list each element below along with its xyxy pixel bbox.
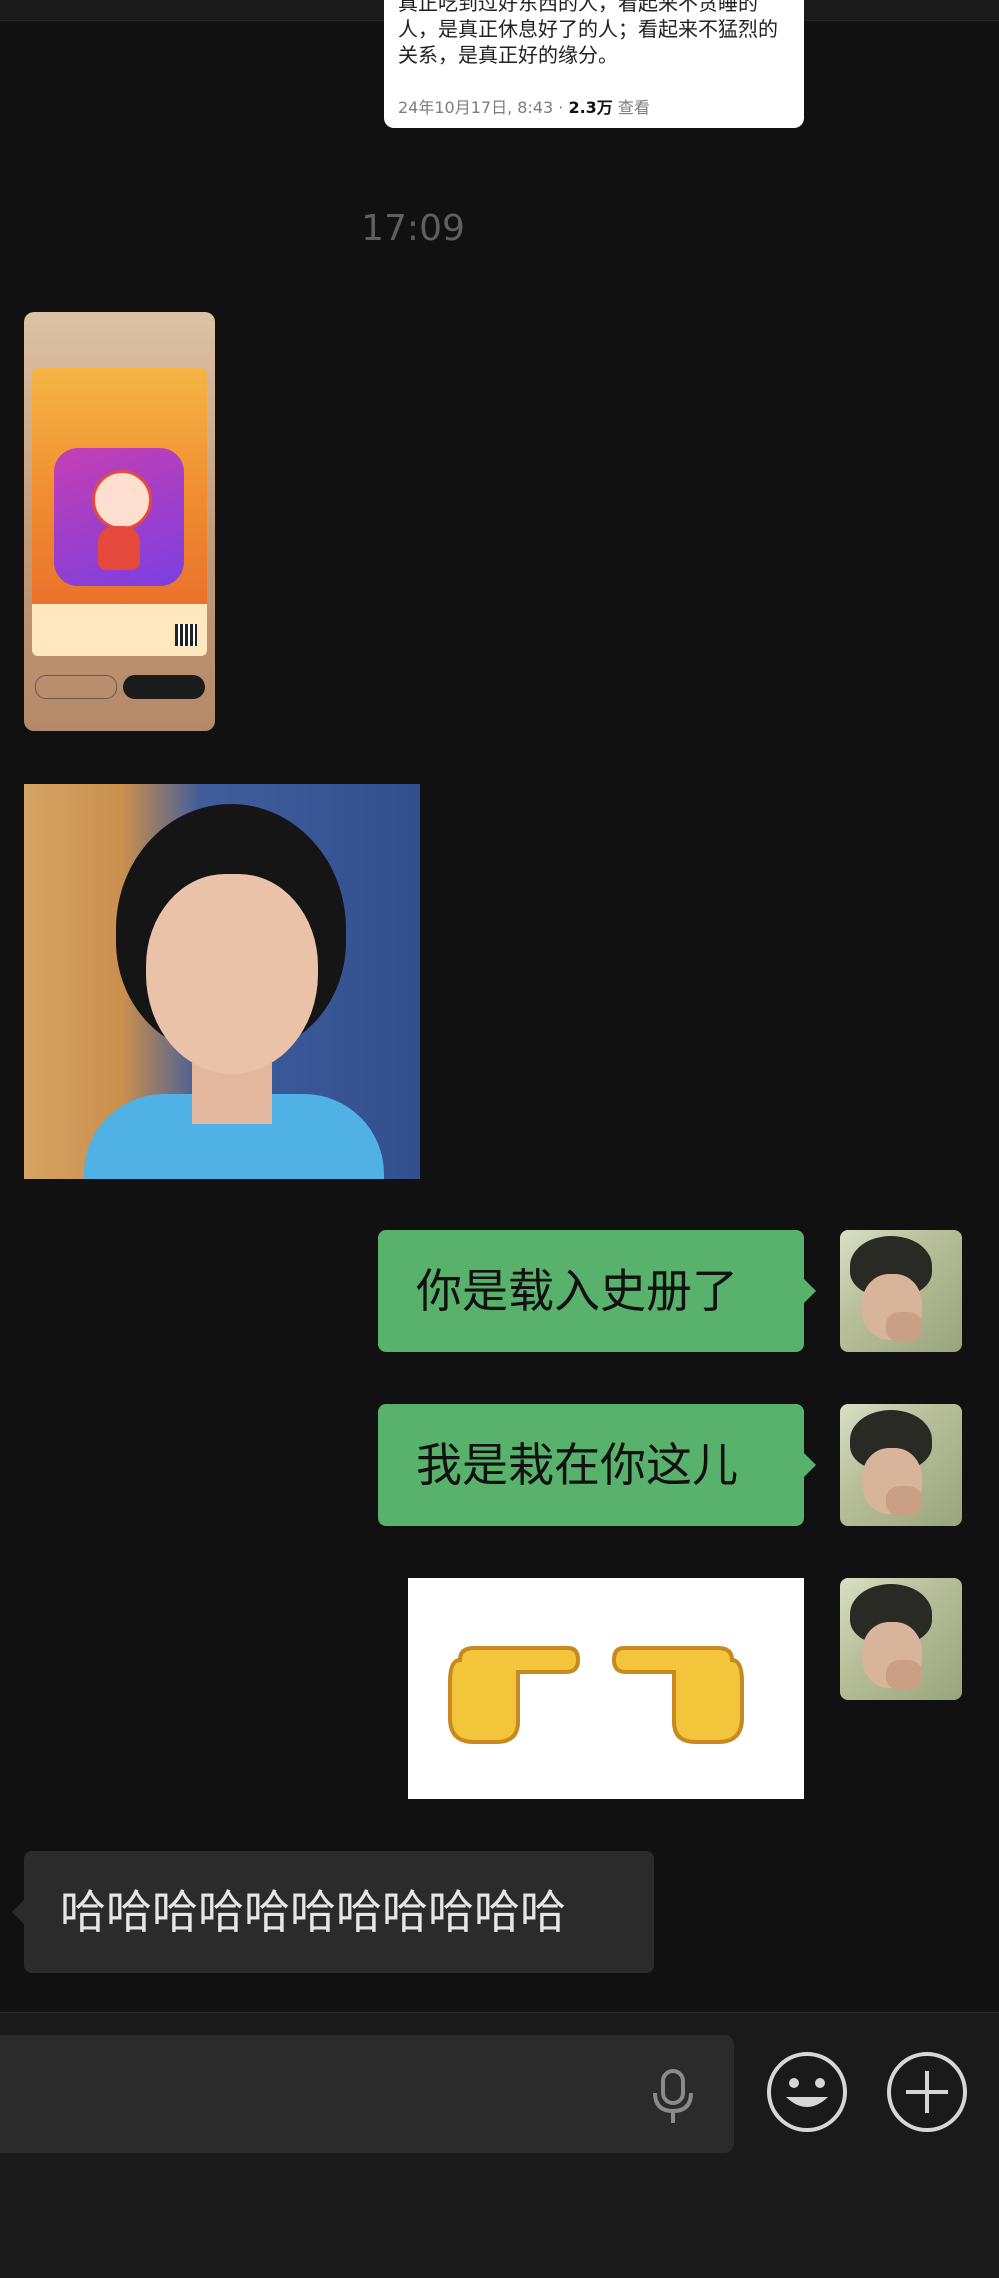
avatar-hand (886, 1660, 922, 1690)
fox-body (98, 526, 140, 570)
pointing-hand-right-icon (612, 1646, 744, 1744)
poster-tile (54, 448, 184, 586)
qr-code-icon (175, 624, 197, 646)
message-bubble-outgoing[interactable]: 你是载入史册了 (378, 1230, 816, 1352)
avatar[interactable] (840, 1404, 962, 1526)
avatar-hand (886, 1312, 922, 1342)
message-input[interactable] (0, 2035, 734, 2153)
input-bar (0, 2012, 999, 2278)
screenshot-button-outline (35, 675, 117, 699)
poster-image (32, 368, 207, 656)
meta-separator: · (553, 98, 569, 117)
sticker-message[interactable] (408, 1578, 804, 1799)
meme-face (146, 874, 318, 1074)
image-message-screenshot[interactable] (24, 312, 215, 731)
avatar[interactable] (840, 1230, 962, 1352)
microphone-icon[interactable] (650, 2069, 696, 2125)
screenshot-button-dark (123, 675, 205, 699)
shared-post-date: 24年10月17日, 8:43 (398, 98, 554, 117)
plus-icon[interactable] (886, 2051, 968, 2133)
pointing-hand-left-icon (448, 1646, 580, 1744)
message-bubble-outgoing[interactable]: 我是栽在你这儿 (378, 1404, 816, 1526)
poster-footer (32, 604, 207, 656)
message-text: 哈哈哈哈哈哈哈哈哈哈哈 (60, 1885, 566, 1939)
shared-post-views: 2.3万 (568, 98, 613, 117)
shared-post-view-link[interactable]: 查看 (618, 98, 650, 117)
avatar[interactable] (840, 1578, 962, 1700)
shared-post-text: 真正吃到过好东西的人，看起来不贪睡的人，是真正休息好了的人；看起来不猛烈的关系，… (398, 0, 778, 67)
avatar-hand (886, 1486, 922, 1516)
time-separator: 17:09 (361, 208, 465, 249)
message-bubble-incoming[interactable]: 哈哈哈哈哈哈哈哈哈哈哈 (12, 1851, 654, 1973)
message-text: 我是栽在你这儿 (416, 1438, 738, 1492)
shared-post-card[interactable]: 真正吃到过好东西的人，看起来不贪睡的人，是真正休息好了的人；看起来不猛烈的关系，… (384, 0, 804, 128)
fox-illustration (92, 470, 152, 530)
message-text: 你是载入史册了 (416, 1264, 738, 1318)
shared-post-meta: 24年10月17日, 8:43 · 2.3万 查看 (398, 94, 650, 118)
image-message-meme[interactable] (24, 784, 420, 1179)
emoji-icon[interactable] (766, 2051, 848, 2133)
